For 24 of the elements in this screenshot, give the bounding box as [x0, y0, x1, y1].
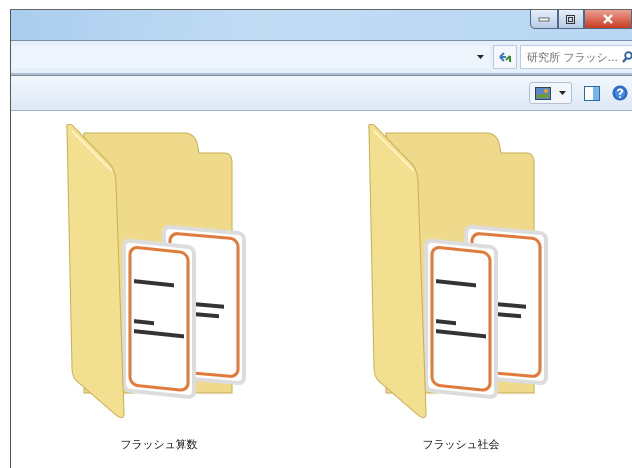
search-text: 研究所 フラッシ... — [527, 50, 618, 64]
views-button[interactable] — [529, 82, 572, 104]
restore-icon — [565, 14, 577, 24]
close-button[interactable] — [584, 10, 632, 29]
preview-pane-button[interactable] — [584, 86, 600, 100]
help-icon — [612, 85, 628, 101]
search-icon — [622, 51, 632, 63]
folder-item[interactable]: フラッシュ算数 — [63, 123, 255, 468]
picture-view-icon — [535, 86, 551, 100]
folder-name: フラッシュ算数 — [120, 437, 198, 452]
address-field[interactable] — [11, 46, 490, 68]
minimize-button[interactable] — [530, 10, 558, 29]
folder-name: フラッシュ社会 — [422, 437, 500, 452]
close-icon — [602, 14, 614, 24]
minimize-icon — [538, 16, 550, 22]
refresh-button[interactable] — [493, 45, 517, 69]
preview-pane-icon — [584, 86, 600, 100]
maximize-button[interactable] — [558, 10, 584, 29]
search-field[interactable]: 研究所 フラッシ... — [520, 45, 632, 69]
dropdown-arrow-icon — [559, 91, 566, 95]
help-button[interactable] — [612, 85, 628, 101]
refresh-icon — [498, 51, 512, 63]
folder-item[interactable]: フラッシュ社会 — [365, 123, 557, 468]
dropdown-arrow-icon[interactable] — [477, 55, 484, 59]
